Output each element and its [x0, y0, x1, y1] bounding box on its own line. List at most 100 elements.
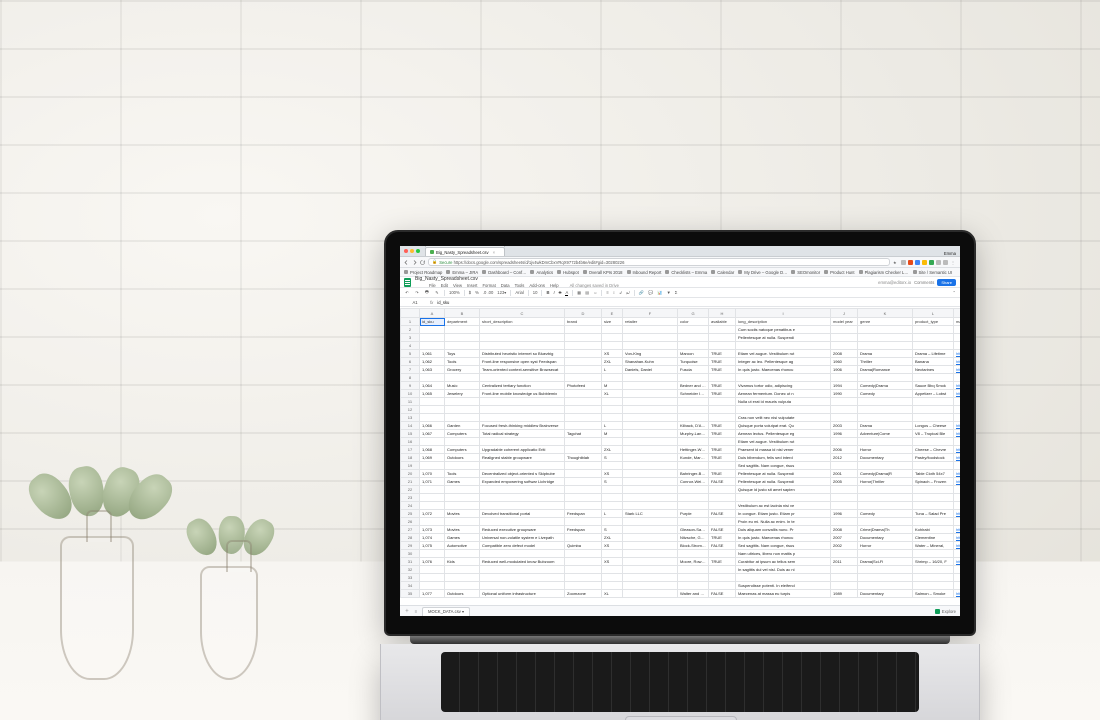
cell[interactable]: Shrimp – 16/20, F [913, 558, 954, 566]
cell[interactable] [602, 494, 623, 502]
account-email[interactable]: emma@editorx.io [878, 280, 911, 285]
cell[interactable] [602, 374, 623, 382]
cell[interactable] [913, 406, 954, 414]
cell[interactable]: 1,074 [420, 534, 445, 542]
row-header[interactable]: 5 [401, 350, 420, 358]
cell[interactable]: XS [602, 470, 623, 478]
row-header[interactable]: 14 [401, 422, 420, 430]
cell[interactable]: http://dummyimage.com/203x204.png [954, 358, 961, 366]
cell[interactable] [954, 414, 961, 422]
cell[interactable]: 2XL [602, 358, 623, 366]
cell[interactable] [565, 566, 602, 574]
bookmark-item[interactable]: Project Roadmap [404, 270, 442, 275]
cell[interactable]: Drama|Sci-Fi [858, 558, 913, 566]
cell[interactable] [565, 502, 602, 510]
cell[interactable]: Kohlrabi [913, 526, 954, 534]
rotate-icon[interactable]: ⤾ [626, 290, 630, 295]
cell[interactable]: 2003 [831, 422, 858, 430]
cell[interactable]: In sagittis dui vel nisl. Duis ac ni [736, 566, 831, 574]
row-header[interactable]: 31 [401, 558, 420, 566]
cell[interactable] [913, 334, 954, 342]
cell[interactable]: 1996 [831, 510, 858, 518]
explore-icon[interactable] [935, 609, 940, 614]
cell[interactable] [709, 550, 736, 558]
strike-icon[interactable]: S [559, 290, 562, 295]
cell[interactable]: 1,073 [420, 526, 445, 534]
cell[interactable]: Outdoors [445, 590, 480, 598]
menu-item[interactable]: View [453, 283, 462, 288]
cell[interactable] [445, 518, 480, 526]
cell[interactable] [913, 486, 954, 494]
cell[interactable] [565, 406, 602, 414]
cell[interactable]: Table Cloth 54x7 [913, 470, 954, 478]
cell[interactable]: Quimba [565, 542, 602, 550]
extension-icons[interactable] [901, 260, 948, 265]
cell[interactable]: Horror [858, 542, 913, 550]
cell[interactable]: Pellentesque at nulla. Suspendi [736, 478, 831, 486]
cell[interactable] [565, 350, 602, 358]
cell[interactable] [445, 486, 480, 494]
cell[interactable] [565, 422, 602, 430]
cell[interactable] [623, 334, 678, 342]
cell[interactable]: Maecenas at massa eu turpis [736, 590, 831, 598]
cell[interactable]: http://dummyimage.com/110x167.jpg [954, 422, 961, 430]
cell[interactable]: Bedner and Sons Purple [678, 382, 709, 390]
cell[interactable] [678, 494, 709, 502]
cell[interactable]: Integer ac leo. Pellentesque ag [736, 358, 831, 366]
cell[interactable]: Duis bibendum, felis sed interd [736, 454, 831, 462]
cell[interactable] [709, 582, 736, 590]
cell[interactable]: Aenean lectus. Pellentesque eg [736, 430, 831, 438]
column-header[interactable]: F [623, 309, 678, 318]
cell[interactable]: retailer [623, 318, 678, 326]
cell[interactable] [623, 342, 678, 350]
cell[interactable] [565, 398, 602, 406]
nav-forward-icon[interactable] [412, 260, 417, 265]
cell[interactable] [678, 334, 709, 342]
menu-item[interactable]: Add-ons [529, 283, 545, 288]
cell[interactable] [913, 582, 954, 590]
column-header[interactable]: A [420, 309, 445, 318]
row-header[interactable]: 30 [401, 550, 420, 558]
formula-input[interactable]: id_sku [437, 300, 449, 305]
cell[interactable]: Banana [913, 358, 954, 366]
cell[interactable] [602, 334, 623, 342]
row-header[interactable]: 32 [401, 566, 420, 574]
cell[interactable] [565, 558, 602, 566]
cell[interactable]: M [602, 382, 623, 390]
bookmark-item[interactable]: Calendar [711, 270, 734, 275]
cell[interactable]: 2001 [831, 470, 858, 478]
row-header[interactable]: 12 [401, 406, 420, 414]
cell[interactable]: Grocery [445, 366, 480, 374]
cell[interactable]: http://dummyimage.com/134x158.bmp [954, 534, 961, 542]
row-header[interactable]: 6 [401, 358, 420, 366]
cell[interactable]: size [602, 318, 623, 326]
cell[interactable]: Pastry/foodstock [913, 454, 954, 462]
column-header[interactable]: B [445, 309, 480, 318]
wrap-icon[interactable]: ↲ [619, 290, 623, 295]
cell[interactable]: Centralized tertiary function [480, 382, 565, 390]
cell[interactable] [565, 358, 602, 366]
menu-item[interactable]: Format [482, 283, 495, 288]
cell[interactable]: Von-King [623, 350, 678, 358]
cell[interactable]: TRUE [709, 382, 736, 390]
cell[interactable]: http://dummyimage.com/242x216.png [954, 430, 961, 438]
cell[interactable]: Tools [445, 470, 480, 478]
cell[interactable]: 1,065 [420, 390, 445, 398]
cell[interactable]: Schneider Inc Green [678, 390, 709, 398]
cell[interactable]: Etiam vel augue. Vestibulum rut [736, 350, 831, 358]
menu-item[interactable]: Help [550, 283, 559, 288]
row-header[interactable]: 28 [401, 534, 420, 542]
cell[interactable] [954, 494, 961, 502]
cell[interactable] [678, 406, 709, 414]
cell[interactable] [623, 470, 678, 478]
cell[interactable]: Curabitur at ipsum ac tellus sem [736, 558, 831, 566]
cell[interactable]: FALSE [709, 590, 736, 598]
cell[interactable] [480, 486, 565, 494]
cell[interactable]: Drama|Romance [858, 366, 913, 374]
row-header[interactable]: 4 [401, 342, 420, 350]
row-header[interactable]: 35 [401, 590, 420, 598]
cell[interactable] [480, 398, 565, 406]
cell[interactable] [736, 374, 831, 382]
cell[interactable] [831, 326, 858, 334]
row-header[interactable]: 7 [401, 366, 420, 374]
